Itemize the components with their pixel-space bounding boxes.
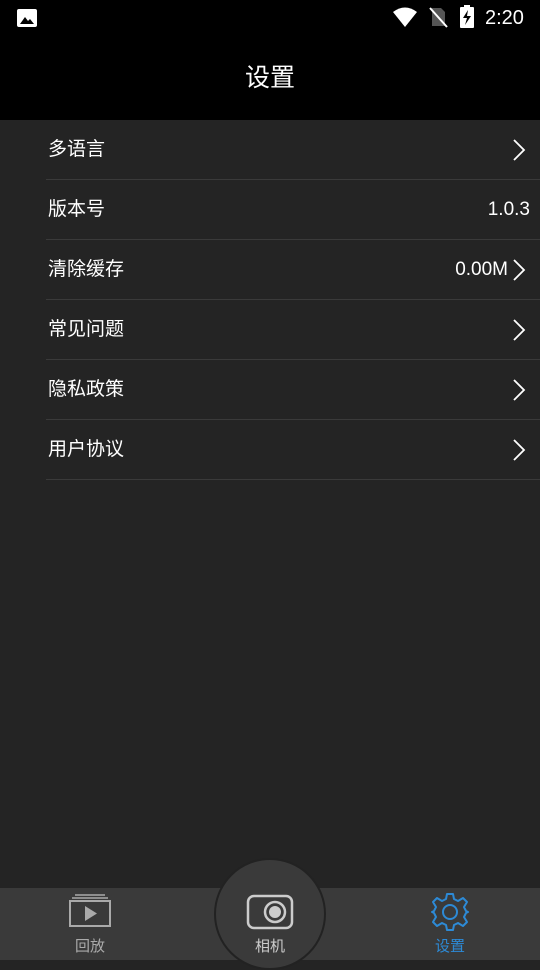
- settings-item-faq[interactable]: 常见问题: [46, 300, 540, 360]
- chevron-right-icon: [513, 319, 526, 341]
- nav-tab-label: 回放: [74, 937, 105, 955]
- cache-size-value: 0.00M: [455, 259, 508, 280]
- settings-item-version: 版本号 1.0.3: [46, 180, 540, 240]
- status-bar: 2:20: [0, 0, 540, 36]
- settings-item-label: 隐私政策: [48, 378, 125, 400]
- page-title: 设置: [244, 63, 295, 92]
- chevron-right-icon: [513, 139, 526, 161]
- wifi-icon: [393, 7, 417, 27]
- settings-item-clear-cache[interactable]: 清除缓存 0.00M: [46, 240, 540, 300]
- version-value: 1.0.3: [487, 199, 530, 220]
- settings-item-label: 版本号: [48, 198, 106, 220]
- settings-item-label: 常见问题: [48, 318, 125, 340]
- gear-icon: [431, 893, 469, 931]
- status-time: 2:20: [485, 7, 524, 29]
- no-sim-icon: [429, 7, 448, 28]
- image-notification-icon: [17, 9, 37, 27]
- battery-charging-icon: [460, 5, 474, 28]
- settings-item-label: 用户协议: [48, 438, 125, 460]
- chevron-right-icon: [513, 439, 526, 461]
- nav-tab-settings[interactable]: 设置: [390, 888, 510, 960]
- playback-icon: [69, 894, 111, 927]
- settings-item-user-agreement[interactable]: 用户协议: [46, 420, 540, 480]
- settings-item-language[interactable]: 多语言: [46, 120, 540, 180]
- nav-tab-camera[interactable]: 相机: [210, 888, 330, 960]
- app-header: 设置: [0, 36, 540, 120]
- settings-item-label: 多语言: [48, 138, 106, 160]
- settings-item-privacy-policy[interactable]: 隐私政策: [46, 360, 540, 420]
- nav-tab-label: 相机: [254, 937, 285, 955]
- camera-icon: [246, 894, 294, 930]
- nav-tab-label: 设置: [434, 937, 465, 955]
- chevron-right-icon: [513, 379, 526, 401]
- settings-list: 多语言 版本号 1.0.3 清除缓存 0.00M 常见问题 隐私政策 用户协议: [0, 120, 540, 480]
- settings-item-label: 清除缓存: [48, 258, 125, 280]
- nav-tab-playback[interactable]: 回放: [30, 888, 150, 960]
- chevron-right-icon: [513, 259, 526, 281]
